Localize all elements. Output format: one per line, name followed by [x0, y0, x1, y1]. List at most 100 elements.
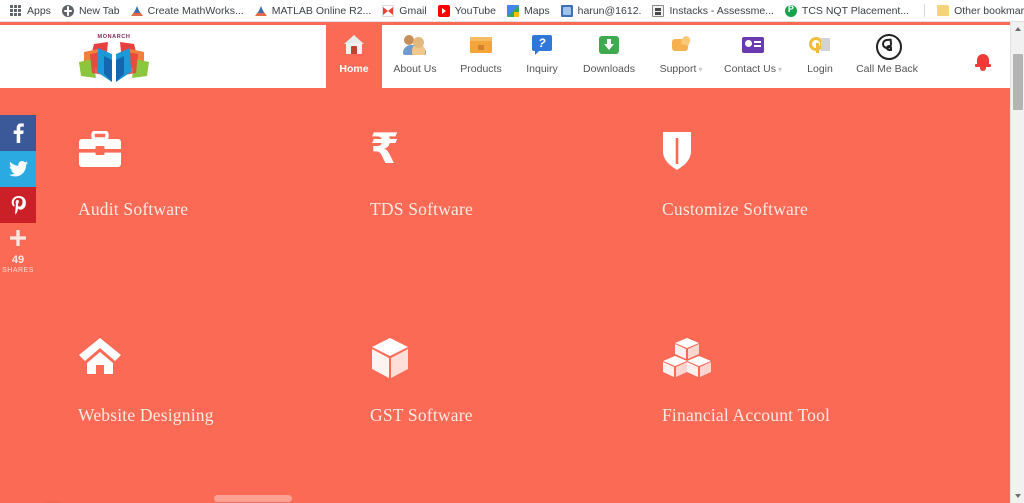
service-label: GST Software [370, 405, 473, 425]
shield-icon [662, 131, 706, 175]
nav-item-about-us[interactable]: About Us [382, 25, 448, 88]
bookmark-instacks[interactable]: Instacks - Assessme... [648, 2, 780, 20]
service-item-financial-account-tool[interactable]: Financial Account Tool [662, 337, 962, 426]
service-label: Audit Software [78, 199, 189, 219]
nav-item-login[interactable]: Login [792, 25, 848, 88]
bookmark-label: harun@1612. [577, 4, 642, 17]
nav-label-text: Contact Us [724, 63, 776, 75]
phone-circle-icon [874, 32, 902, 60]
service-label: Financial Account Tool [662, 405, 831, 425]
browser-window: Apps New Tab Create MathWorks... MATLAB … [0, 0, 1024, 503]
nav-label: Contact Us ▾ [724, 64, 782, 75]
nav-label: Inquiry [526, 63, 558, 75]
pinterest-icon [11, 195, 26, 214]
other-bookmarks-button[interactable]: Other bookmarks [933, 2, 1024, 20]
service-item-gst-software[interactable]: GST Software [370, 337, 662, 426]
nav-item-home[interactable]: Home [326, 25, 382, 88]
bookmark-new-tab[interactable]: New Tab [58, 2, 127, 20]
site-header: MONARCH Home About Us Products ? Inquiry… [0, 22, 1010, 91]
nav-label: Login [807, 63, 833, 75]
nav-item-downloads[interactable]: Downloads [570, 25, 648, 88]
scroll-down-arrow-icon[interactable] [1011, 489, 1024, 503]
nav-item-support[interactable]: Support ▾ [648, 25, 714, 88]
people-icon [402, 32, 428, 58]
horizontal-scrollbar[interactable] [0, 494, 1010, 503]
hand-icon [668, 32, 694, 58]
vertical-scrollbar[interactable] [1010, 22, 1024, 503]
service-item-audit-software[interactable]: Audit Software [78, 131, 370, 220]
bookmark-maps[interactable]: Maps [503, 2, 557, 20]
services-grid: Audit Software ₹ TDS Software Customize … [78, 124, 978, 503]
instacks-icon [652, 4, 665, 17]
share-twitter-button[interactable] [0, 151, 36, 187]
bookmark-label: Create MathWorks... [147, 4, 244, 17]
house-icon [78, 337, 122, 381]
nav-label: Support ▾ [660, 64, 703, 75]
nav-label: Downloads [583, 63, 635, 75]
vertical-scrollbar-thumb[interactable] [1013, 54, 1023, 110]
matlab-icon [130, 5, 143, 17]
service-item-website-designing[interactable]: Website Designing [78, 337, 370, 426]
bookmark-gmail[interactable]: Gmail [378, 2, 433, 20]
nav-item-products[interactable]: Products [448, 25, 514, 88]
share-more-button[interactable] [0, 223, 36, 253]
site-logo[interactable]: MONARCH [74, 30, 154, 88]
download-icon [596, 32, 622, 58]
question-icon: ? [529, 32, 555, 58]
other-bookmarks-group: Other bookmarks [916, 2, 1024, 20]
box-icon [468, 32, 494, 58]
scroll-up-arrow-icon[interactable] [1011, 22, 1024, 36]
bookmark-label: YouTube [454, 4, 496, 17]
other-bookmarks-label: Other bookmarks [954, 4, 1024, 17]
bookmark-tcs-nqt[interactable]: TCS NQT Placement... [781, 2, 916, 20]
bookmark-label: Gmail [399, 4, 427, 17]
bookmark-apps[interactable]: Apps [6, 2, 58, 20]
service-label: TDS Software [370, 199, 474, 219]
briefcase-icon [78, 131, 122, 175]
nav-item-inquiry[interactable]: ? Inquiry [514, 25, 570, 88]
chevron-down-icon: ▾ [698, 65, 703, 74]
nav-label: About Us [393, 63, 437, 75]
service-item-customize-software[interactable]: Customize Software [662, 131, 962, 220]
id-card-icon [740, 32, 766, 58]
services-hero-section: 49 SHARES Audit Software ₹ TDS Software … [0, 91, 1010, 503]
butterfly-logo-icon [76, 40, 152, 86]
globe-icon [61, 4, 74, 17]
bookmark-divider [924, 4, 926, 17]
share-count: 49 [11, 254, 25, 266]
plus-icon [10, 230, 26, 246]
cube-icon [370, 337, 414, 381]
share-pinterest-button[interactable] [0, 187, 36, 223]
bookmark-label: New Tab [78, 4, 120, 17]
nav-item-call-me-back[interactable]: Call Me Back [848, 25, 926, 88]
service-item-tds-software[interactable]: ₹ TDS Software [370, 124, 662, 220]
twitter-icon [8, 161, 28, 177]
main-navigation: Home About Us Products ? Inquiry Downloa… [326, 25, 926, 88]
bookmark-create-mathworks[interactable]: Create MathWorks... [127, 2, 251, 20]
bookmark-label: Instacks - Assessme... [669, 4, 774, 17]
nav-label: Call Me Back [856, 63, 918, 75]
nav-item-contact-us[interactable]: Contact Us ▾ [714, 25, 792, 88]
bell-icon[interactable] [974, 53, 992, 73]
gmail-icon [382, 4, 395, 17]
bookmark-harun[interactable]: harun@1612. [557, 2, 649, 20]
nav-label-text: Support [659, 63, 697, 75]
share-count-label: SHARES [2, 267, 34, 274]
youtube-icon [437, 4, 450, 17]
bookmark-matlab-online[interactable]: MATLAB Online R2... [251, 2, 379, 20]
bookmark-label: TCS NQT Placement... [801, 4, 910, 17]
apps-grid-icon [10, 4, 22, 17]
bookmark-label: MATLAB Online R2... [271, 4, 372, 17]
bookmark-label: Apps [27, 4, 51, 17]
bookmarks-bar: Apps New Tab Create MathWorks... MATLAB … [0, 0, 1024, 22]
bookmark-label: Maps [523, 4, 550, 17]
share-facebook-button[interactable] [0, 115, 36, 151]
home-icon [341, 32, 367, 58]
matlab-icon [254, 5, 267, 17]
nav-label: Products [460, 63, 502, 75]
rupee-icon: ₹ [370, 124, 400, 173]
horizontal-scrollbar-thumb[interactable] [214, 495, 292, 502]
bookmark-youtube[interactable]: YouTube [434, 2, 503, 20]
chevron-down-icon: ▾ [777, 65, 782, 74]
green-p-icon [784, 4, 797, 17]
